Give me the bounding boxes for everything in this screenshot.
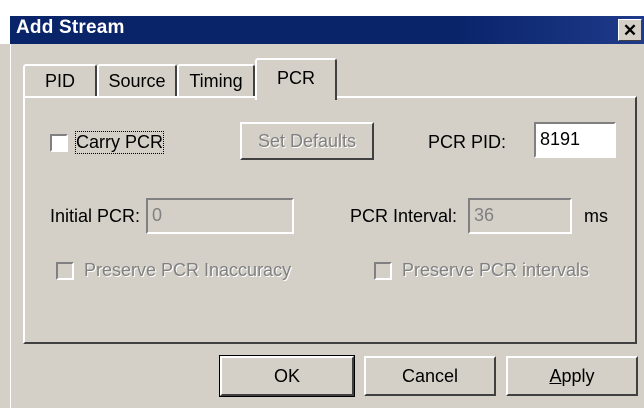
apply-button[interactable]: Apply xyxy=(506,356,638,396)
pcr-interval-input[interactable]: 36 xyxy=(468,198,572,234)
preserve-pcr-intervals-checkbox[interactable] xyxy=(374,262,392,280)
tab-pcr[interactable]: PCR xyxy=(255,58,337,100)
window-title: Add Stream xyxy=(16,17,125,38)
close-icon[interactable]: ✕ xyxy=(618,19,642,41)
cancel-button[interactable]: Cancel xyxy=(364,356,496,396)
tab-timing-label: Timing xyxy=(189,71,243,91)
carry-pcr-label[interactable]: Carry PCR xyxy=(74,131,165,154)
pcr-pid-label: PCR PID: xyxy=(428,132,507,152)
tab-timing[interactable]: Timing xyxy=(177,64,255,98)
initial-pcr-input[interactable]: 0 xyxy=(146,198,294,234)
initial-pcr-label: Initial PCR: xyxy=(50,206,141,226)
pcr-pid-input[interactable]: 8191 xyxy=(534,122,616,158)
ok-button[interactable]: OK xyxy=(220,356,354,396)
tab-pcr-label: PCR xyxy=(276,68,315,88)
apply-label: Apply xyxy=(549,366,595,386)
cancel-label: Cancel xyxy=(401,366,459,386)
preserve-pcr-inaccuracy-label: Preserve PCR Inaccuracy xyxy=(84,260,292,280)
title-bar: Add Stream ✕ xyxy=(0,0,644,44)
set-defaults-label: Set Defaults xyxy=(257,131,357,151)
set-defaults-button[interactable]: Set Defaults xyxy=(240,122,374,160)
tab-source-label: Source xyxy=(108,71,166,91)
carry-pcr-checkbox[interactable] xyxy=(50,134,68,152)
window-edge xyxy=(10,44,11,408)
tab-pid[interactable]: PID xyxy=(23,64,97,98)
tab-source[interactable]: Source xyxy=(97,64,177,98)
preserve-pcr-inaccuracy-checkbox[interactable] xyxy=(56,262,74,280)
preserve-pcr-intervals-label: Preserve PCR intervals xyxy=(402,260,590,280)
pcr-interval-unit: ms xyxy=(584,206,608,226)
tab-pid-label: PID xyxy=(44,71,75,91)
ok-label: OK xyxy=(273,366,300,386)
pcr-interval-label: PCR Interval: xyxy=(350,206,458,226)
